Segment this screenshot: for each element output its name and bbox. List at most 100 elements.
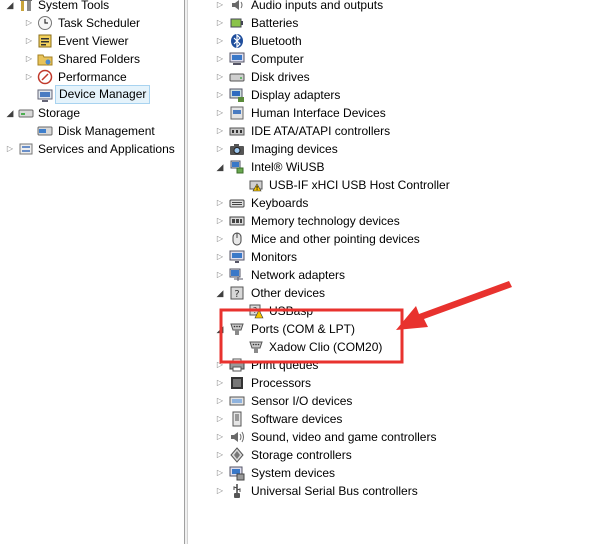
sensor-icon bbox=[229, 393, 245, 409]
device-category-monitors[interactable]: ▷ Monitors bbox=[189, 248, 598, 266]
device-label: Ports (COM & LPT) bbox=[251, 322, 356, 336]
expand-arrow-icon[interactable]: ▷ bbox=[215, 482, 225, 500]
expand-arrow-icon[interactable]: ▷ bbox=[24, 14, 34, 32]
device-item-xadow-clio-com20[interactable]: Xadow Clio (COM20) bbox=[189, 338, 598, 356]
console-item-device-manager[interactable]: Device Manager bbox=[0, 85, 184, 104]
collapse-arrow-icon[interactable]: ◢ bbox=[5, 0, 15, 14]
expand-arrow-icon[interactable]: ▷ bbox=[24, 32, 34, 50]
services-icon bbox=[18, 141, 34, 157]
storage-controller-icon bbox=[229, 447, 245, 463]
camera-icon bbox=[229, 141, 245, 157]
device-category-storage-controllers[interactable]: ▷ Storage controllers bbox=[189, 446, 598, 464]
device-label: Imaging devices bbox=[251, 142, 338, 156]
device-label: Network adapters bbox=[251, 268, 346, 282]
device-category-sensor-i-o-devices[interactable]: ▷ Sensor I/O devices bbox=[189, 392, 598, 410]
svg-text:?: ? bbox=[234, 289, 239, 300]
expand-arrow-icon[interactable]: ▷ bbox=[215, 248, 225, 266]
collapse-arrow-icon[interactable]: ◢ bbox=[5, 104, 15, 122]
expand-arrow-icon[interactable]: ▷ bbox=[215, 86, 225, 104]
computer-icon bbox=[229, 51, 245, 67]
expand-arrow-icon[interactable]: ▷ bbox=[215, 50, 225, 68]
device-item-usbasp[interactable]: ? USBasp bbox=[189, 302, 598, 320]
expand-arrow-icon[interactable]: ▷ bbox=[215, 428, 225, 446]
device-label: USBasp bbox=[269, 304, 314, 318]
expand-arrow-icon[interactable]: ▷ bbox=[5, 140, 15, 158]
console-item-task-scheduler[interactable]: ▷ Task Scheduler bbox=[0, 14, 184, 32]
expand-arrow-icon[interactable]: ▷ bbox=[215, 0, 225, 14]
device-category-mice-and-other-pointing-devices[interactable]: ▷ Mice and other pointing devices bbox=[189, 230, 598, 248]
expand-arrow-icon[interactable]: ▷ bbox=[215, 266, 225, 284]
expand-arrow-icon[interactable]: ▷ bbox=[215, 392, 225, 410]
expand-arrow-icon[interactable]: ▷ bbox=[215, 104, 225, 122]
device-category-intel-wiusb[interactable]: ◢ Intel® WiUSB bbox=[189, 158, 598, 176]
device-label: Disk drives bbox=[251, 70, 310, 84]
port-icon bbox=[229, 321, 245, 337]
console-item-disk-management[interactable]: Disk Management bbox=[0, 122, 184, 140]
console-tree: ◢ System Tools ▷ Task Scheduler ▷ Event Viewe… bbox=[0, 0, 184, 544]
usb-icon bbox=[229, 483, 245, 499]
expand-arrow-icon[interactable]: ▷ bbox=[215, 230, 225, 248]
device-label: Keyboards bbox=[251, 196, 309, 210]
console-item-label: Shared Folders bbox=[58, 52, 141, 66]
console-item-label: Services and Applications bbox=[38, 142, 175, 156]
console-item-services-and-applications[interactable]: ▷ Services and Applications bbox=[0, 140, 184, 158]
device-label: Monitors bbox=[251, 250, 298, 264]
device-category-display-adapters[interactable]: ▷ Display adapters bbox=[189, 86, 598, 104]
device-category-universal-serial-bus-controllers[interactable]: ▷ Universal Serial Bus controllers bbox=[189, 482, 598, 500]
device-label: Sound, video and game controllers bbox=[251, 430, 437, 444]
device-category-human-interface-devices[interactable]: ▷ Human Interface Devices bbox=[189, 104, 598, 122]
expand-arrow-icon[interactable]: ▷ bbox=[215, 212, 225, 230]
expand-arrow-icon[interactable]: ▷ bbox=[215, 122, 225, 140]
expand-arrow-icon[interactable]: ▷ bbox=[24, 68, 34, 86]
expand-arrow-icon[interactable]: ▷ bbox=[215, 32, 225, 50]
device-category-other-devices[interactable]: ◢? Other devices bbox=[189, 284, 598, 302]
keyboard-icon bbox=[229, 195, 245, 211]
console-item-event-viewer[interactable]: ▷ Event Viewer bbox=[0, 32, 184, 50]
device-category-keyboards[interactable]: ▷ Keyboards bbox=[189, 194, 598, 212]
device-category-system-devices[interactable]: ▷ System devices bbox=[189, 464, 598, 482]
expand-arrow-icon[interactable]: ▷ bbox=[215, 464, 225, 482]
device-category-memory-technology-devices[interactable]: ▷ Memory technology devices bbox=[189, 212, 598, 230]
disk-management-icon bbox=[37, 123, 53, 139]
event-viewer-icon bbox=[37, 33, 53, 49]
device-category-software-devices[interactable]: ▷ Software devices bbox=[189, 410, 598, 428]
device-category-audio-inputs-and-outputs[interactable]: ▷ Audio inputs and outputs bbox=[189, 0, 598, 14]
device-tree: ▷ Audio inputs and outputs ▷ Batteries ▷ Blue… bbox=[189, 0, 598, 544]
device-category-sound-video-and-game-controllers[interactable]: ▷ Sound, video and game controllers bbox=[189, 428, 598, 446]
expand-arrow-icon[interactable]: ▷ bbox=[215, 14, 225, 32]
expand-arrow-icon[interactable]: ▷ bbox=[215, 140, 225, 158]
device-item-usb-if-xhci-usb-host-controller[interactable]: USB-IF xHCI USB Host Controller bbox=[189, 176, 598, 194]
expand-arrow-icon[interactable]: ▷ bbox=[215, 410, 225, 428]
expand-arrow-icon[interactable]: ▷ bbox=[215, 194, 225, 212]
collapse-arrow-icon[interactable]: ◢ bbox=[215, 320, 225, 338]
device-category-network-adapters[interactable]: ▷ Network adapters bbox=[189, 266, 598, 284]
collapse-arrow-icon[interactable]: ◢ bbox=[215, 158, 225, 176]
expand-arrow-icon[interactable]: ▷ bbox=[215, 356, 225, 374]
battery-icon bbox=[229, 15, 245, 31]
collapse-arrow-icon[interactable]: ◢ bbox=[215, 284, 225, 302]
console-item-system-tools[interactable]: ◢ System Tools bbox=[0, 0, 184, 14]
pane-splitter[interactable] bbox=[184, 0, 188, 544]
console-item-shared-folders[interactable]: ▷ Shared Folders bbox=[0, 50, 184, 68]
expand-arrow-icon[interactable]: ▷ bbox=[215, 68, 225, 86]
device-label: Display adapters bbox=[251, 88, 341, 102]
device-category-processors[interactable]: ▷ Processors bbox=[189, 374, 598, 392]
device-category-disk-drives[interactable]: ▷ Disk drives bbox=[189, 68, 598, 86]
device-category-ide-ata-atapi-controllers[interactable]: ▷ IDE ATA/ATAPI controllers bbox=[189, 122, 598, 140]
device-category-batteries[interactable]: ▷ Batteries bbox=[189, 14, 598, 32]
device-category-ports-com-lpt[interactable]: ◢ Ports (COM & LPT) bbox=[189, 320, 598, 338]
port-icon bbox=[248, 339, 264, 355]
console-item-storage[interactable]: ◢ Storage bbox=[0, 104, 184, 122]
console-item-performance[interactable]: ▷ Performance bbox=[0, 68, 184, 86]
device-label: Computer bbox=[251, 52, 304, 66]
device-category-imaging-devices[interactable]: ▷ Imaging devices bbox=[189, 140, 598, 158]
device-category-computer[interactable]: ▷ Computer bbox=[189, 50, 598, 68]
expand-arrow-icon[interactable]: ▷ bbox=[215, 446, 225, 464]
mouse-icon bbox=[229, 231, 245, 247]
device-label: Universal Serial Bus controllers bbox=[251, 484, 418, 498]
expand-arrow-icon[interactable]: ▷ bbox=[24, 50, 34, 68]
expand-arrow-icon[interactable]: ▷ bbox=[215, 374, 225, 392]
performance-icon bbox=[37, 69, 53, 85]
device-category-bluetooth[interactable]: ▷ Bluetooth bbox=[189, 32, 598, 50]
device-category-print-queues[interactable]: ▷ Print queues bbox=[189, 356, 598, 374]
